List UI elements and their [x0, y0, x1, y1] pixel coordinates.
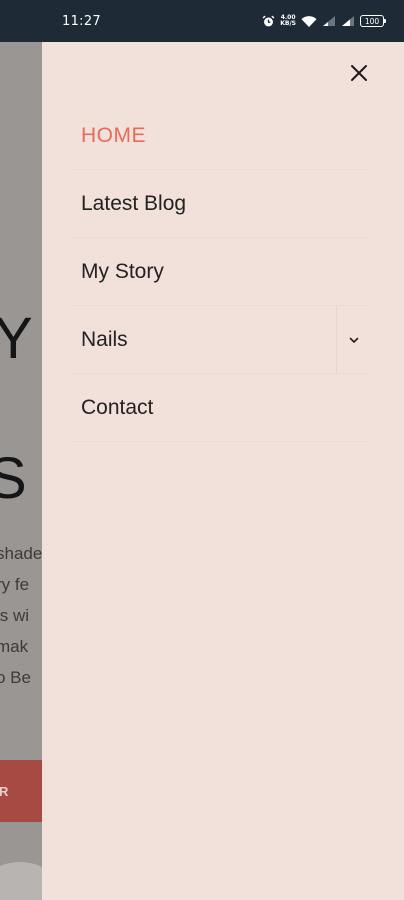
battery-level: 100	[364, 16, 380, 26]
background-heading: Y	[0, 306, 33, 371]
nav-menu: HOME Latest Blog My Story Nails Contact	[72, 102, 370, 442]
navigation-drawer: HOME Latest Blog My Story Nails Contact	[42, 42, 404, 900]
background-text-line: shade	[0, 544, 42, 563]
net-speed: 4.00 KB/S	[280, 15, 296, 27]
menu-item-label: Latest Blog	[81, 191, 187, 215]
menu-item-nails[interactable]: Nails	[72, 306, 370, 374]
background-cta-button: R	[0, 760, 42, 822]
background-body-text: shade ry fe is wi mak o Be	[0, 538, 42, 693]
menu-item-home[interactable]: HOME	[72, 102, 370, 170]
menu-item-contact[interactable]: Contact	[72, 374, 370, 442]
status-time: 11:27	[62, 13, 101, 29]
menu-item-my-story[interactable]: My Story	[72, 238, 370, 306]
menu-item-label: Contact	[81, 395, 154, 419]
battery-icon: 100	[360, 15, 386, 27]
status-icons: 4.00 KB/S 100	[262, 15, 386, 28]
background-page[interactable]: Y S shade ry fe is wi mak o Be R	[0, 42, 42, 900]
background-image	[0, 862, 42, 900]
background-text-line: o Be	[0, 668, 31, 687]
net-speed-unit: KB/S	[280, 20, 296, 27]
background-text-line: is wi	[0, 606, 30, 625]
menu-item-label: HOME	[81, 123, 146, 147]
menu-item-latest-blog[interactable]: Latest Blog	[72, 170, 370, 238]
menu-item-label: My Story	[81, 259, 164, 283]
submenu-toggle-button[interactable]	[336, 306, 370, 374]
status-bar: 11:27 4.00 KB/S 100	[0, 0, 404, 42]
close-button[interactable]	[348, 62, 370, 84]
background-heading: S	[0, 446, 27, 511]
wifi-icon	[301, 15, 317, 28]
background-text-line: ry fe	[0, 575, 30, 594]
background-cta-label: R	[0, 783, 9, 799]
background-text-line: mak	[0, 637, 29, 656]
menu-item-label: Nails	[81, 327, 128, 351]
signal-icon-2	[341, 15, 355, 27]
alarm-icon	[262, 15, 275, 28]
chevron-down-icon	[349, 337, 358, 343]
close-icon	[351, 65, 367, 81]
signal-icon	[322, 15, 336, 27]
